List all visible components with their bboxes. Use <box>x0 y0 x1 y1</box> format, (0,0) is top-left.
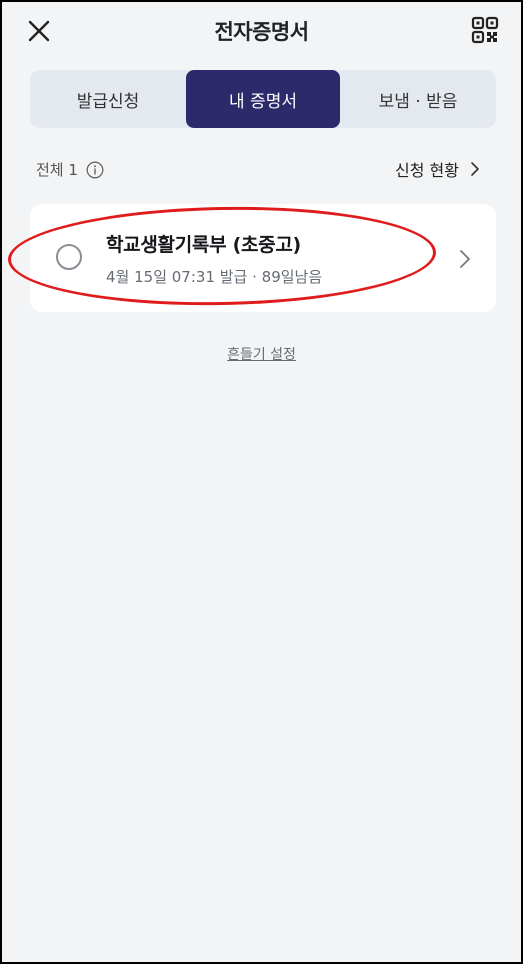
qr-button[interactable] <box>469 14 501 46</box>
certificate-issued-info: 4월 15일 07:31 발급 · 89일남음 <box>106 268 323 286</box>
header: 전자증명서 <box>2 2 521 60</box>
app-frame: 전자증명서 발급신청 내 증명서 보냄 · 받음 전체 1 신청 현황 학교생활… <box>0 0 523 964</box>
segment-tabs: 발급신청 내 증명서 보냄 · 받음 <box>30 70 496 128</box>
tab-sent-received[interactable]: 보냄 · 받음 <box>340 70 496 128</box>
chevron-right-icon <box>460 250 470 268</box>
info-icon[interactable] <box>86 161 104 179</box>
certificate-card[interactable]: 학교생활기록부 (초중고) 4월 15일 07:31 발급 · 89일남음 <box>30 204 496 312</box>
tab-my-certificates[interactable]: 내 증명서 <box>186 70 340 128</box>
tab-label: 발급신청 <box>76 91 140 112</box>
qr-code-icon <box>471 16 499 44</box>
page-title: 전자증명서 <box>214 20 309 44</box>
application-status-link[interactable]: 신청 현황 <box>395 157 483 181</box>
certificate-title: 학교생활기록부 (초중고) <box>106 234 301 256</box>
select-radio[interactable] <box>56 244 82 270</box>
tab-issue-request[interactable]: 발급신청 <box>30 70 186 128</box>
total-count: 전체 1 <box>36 159 104 180</box>
tab-label: 보냄 · 받음 <box>378 91 458 112</box>
status-link-label: 신청 현황 <box>395 161 459 180</box>
shake-settings-link[interactable]: 흔들기 설정 <box>2 344 521 364</box>
tab-label: 내 증명서 <box>229 91 297 112</box>
chevron-right-icon <box>471 162 479 176</box>
total-label: 전체 1 <box>36 161 78 179</box>
